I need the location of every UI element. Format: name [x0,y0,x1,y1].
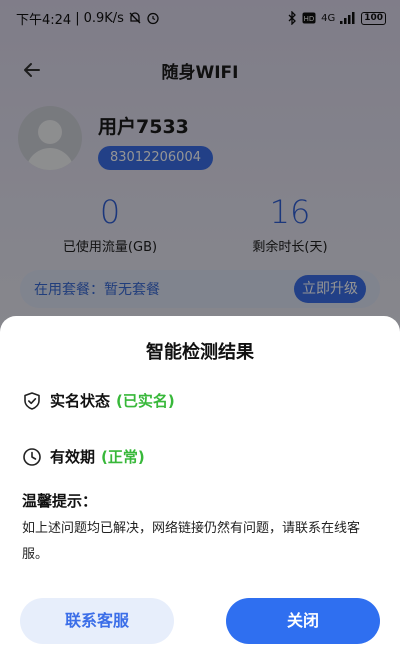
tips-title: 温馨提示： [22,492,98,510]
validity-label: 有效期 [50,448,96,466]
realname-label: 实名状态 [50,392,111,410]
shield-check-icon [24,391,40,410]
detection-result-sheet: 智能检测结果 实名状态 (已实名) 有效期 (正常) 温馨提示： 如上述问题均已… [0,316,400,666]
sheet-title: 智能检测结果 [146,342,254,363]
validity-row: 有效期 (正常) [22,446,145,467]
realname-status: (已实名) [116,392,175,410]
close-button[interactable]: 关闭 [226,598,380,644]
tips-body: 如上述问题均已解决，网络链接仍然有问题，请联系在线客服。 [22,521,361,562]
realname-status-row: 实名状态 (已实名) [22,390,175,411]
contact-support-button[interactable]: 联系客服 [20,598,174,644]
clock-icon [23,447,41,466]
validity-status: (正常) [101,448,145,466]
